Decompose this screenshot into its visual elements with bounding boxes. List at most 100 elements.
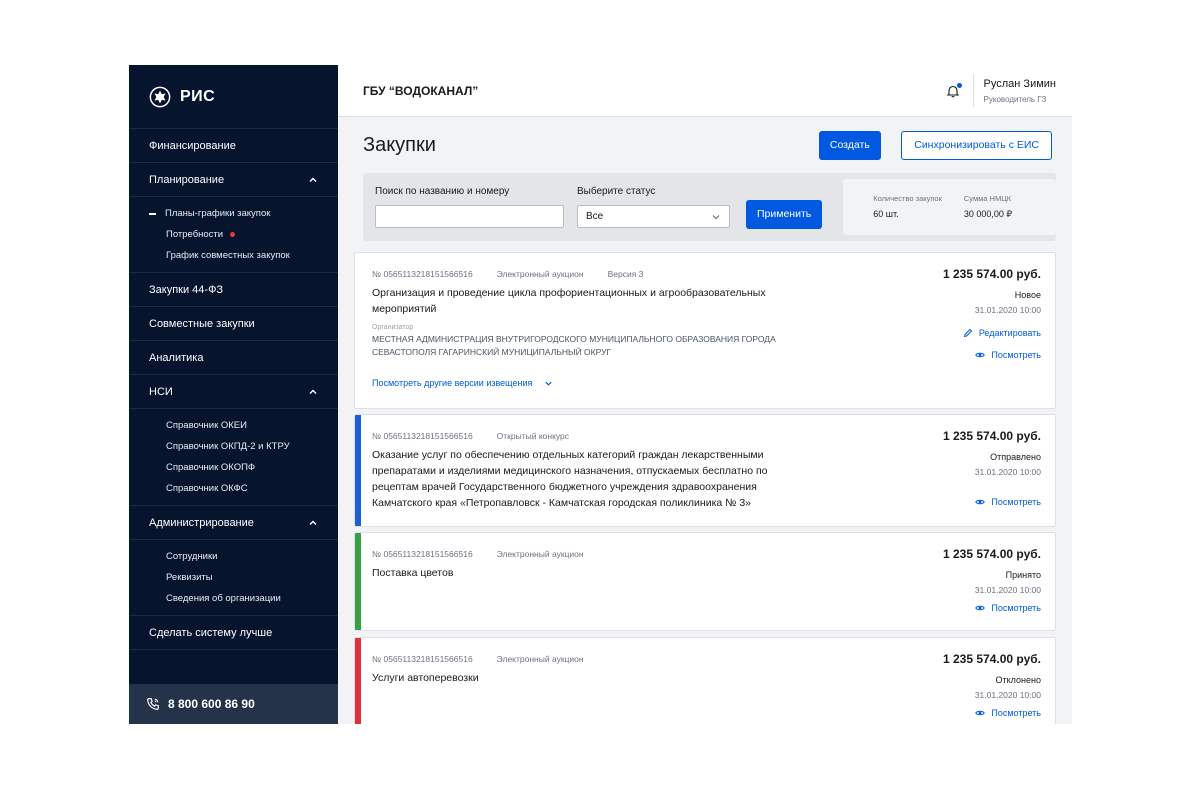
other-versions-label: Посмотреть другие версии извещения <box>372 378 533 388</box>
sidebar-subitem-org-info[interactable]: Сведения об организации <box>129 588 338 609</box>
sidebar-item-administration[interactable]: Администрирование <box>129 506 338 540</box>
eye-icon <box>975 499 986 505</box>
sidebar: РИС Финансирование Планирование Планы-гр… <box>129 65 338 724</box>
sidebar-item-label: Планирование <box>149 173 225 186</box>
notification-badge <box>956 82 962 88</box>
stat-value: 60 шт. <box>873 209 899 219</box>
sidebar-item-analytics[interactable]: Аналитика <box>129 341 338 375</box>
view-label: Посмотреть <box>991 497 1041 507</box>
purchase-number: № 0565113218151566516 <box>372 269 473 279</box>
sidebar-subitem-plans[interactable]: Планы-графики закупок <box>129 203 338 224</box>
chevron-up-icon <box>309 520 317 525</box>
purchase-status: Принято <box>1005 570 1041 580</box>
card-meta: № 0565113218151566516 Электронный аукцио… <box>372 269 802 279</box>
purchase-number: № 0565113218151566516 <box>372 654 473 664</box>
card-info: № 0565113218151566516 Электронный аукцио… <box>372 269 802 388</box>
status-group: Выберите статус Все <box>577 186 730 228</box>
edit-label: Редактировать <box>978 328 1041 338</box>
purchase-card[interactable]: № 0565113218151566516 Электронный аукцио… <box>354 532 1056 631</box>
status-stripe <box>355 415 361 526</box>
sidebar-subitem-joint-schedule[interactable]: График совместных закупок <box>129 245 338 266</box>
purchase-number: № 0565113218151566516 <box>372 431 473 441</box>
logo[interactable]: РИС <box>129 65 338 129</box>
organization-name: ГБУ “ВОДОКАНАЛ” <box>363 83 479 98</box>
sidebar-item-financing[interactable]: Финансирование <box>129 129 338 163</box>
purchase-card[interactable]: № 0565113218151566516 Электронный аукцио… <box>354 252 1056 409</box>
view-link[interactable]: Посмотреть <box>841 603 1041 613</box>
purchase-date: 31.01.2020 10:00 <box>974 305 1041 315</box>
purchase-version: Версия 3 <box>607 269 644 279</box>
purchase-card[interactable]: № 0565113218151566516 Открытый конкурс О… <box>354 414 1056 527</box>
sidebar-subitem-needs[interactable]: Потребности <box>129 224 338 245</box>
notifications-button[interactable] <box>946 82 962 98</box>
card-summary: 1 235 574.00 руб. Отправлено 31.01.2020 … <box>841 429 1041 507</box>
sidebar-subitem-requisites[interactable]: Реквизиты <box>129 567 338 588</box>
sidebar-subitem-label: Справочник ОКЕИ <box>166 420 247 431</box>
sync-eis-button[interactable]: Синхронизировать с ЕИС <box>901 130 1052 160</box>
card-summary: 1 235 574.00 руб. Новое 31.01.2020 10:00… <box>841 267 1041 360</box>
purchase-date: 31.01.2020 10:00 <box>974 585 1041 595</box>
phone-icon <box>147 698 159 710</box>
sidebar-item-label: Сделать систему лучше <box>149 626 273 639</box>
card-info: № 0565113218151566516 Открытый конкурс О… <box>372 431 802 511</box>
eye-icon <box>975 605 986 611</box>
top-bar: ГБУ “ВОДОКАНАЛ” Руслан Зимин Руководител… <box>338 65 1072 117</box>
chevron-down-icon <box>712 214 720 219</box>
divider <box>972 74 974 107</box>
nsi-submenu: Справочник ОКЕИ Справочник ОКПД-2 и КТРУ… <box>129 409 338 506</box>
chevron-up-icon <box>309 177 317 182</box>
sidebar-subitem-okfs[interactable]: Справочник ОКФС <box>129 478 338 499</box>
create-button[interactable]: Создать <box>818 130 881 160</box>
filter-panel: Поиск по названию и номеру Выберите стат… <box>363 173 1056 241</box>
search-input[interactable] <box>375 205 564 228</box>
other-versions-link[interactable]: Посмотреть другие версии извещения <box>372 378 802 388</box>
user-area: Руслан Зимин Руководитель ГЗ <box>946 74 1056 107</box>
sidebar-item-label: Закупки 44-ФЗ <box>149 283 224 296</box>
stat-label: Сумма НМЦК <box>963 194 1012 203</box>
purchase-status: Отправлено <box>990 452 1041 462</box>
sidebar-item-planning[interactable]: Планирование <box>129 163 338 197</box>
view-link[interactable]: Посмотреть <box>841 708 1041 718</box>
sidebar-subitem-label: График совместных закупок <box>166 250 290 261</box>
sidebar-subitem-label: Сведения об организации <box>166 593 281 604</box>
stat-count: Количество закупок 60 шт. <box>873 194 942 235</box>
card-meta: № 0565113218151566516 Открытый конкурс <box>372 431 802 441</box>
purchase-date: 31.01.2020 10:00 <box>974 467 1041 477</box>
sidebar-item-feedback[interactable]: Сделать систему лучше <box>129 616 338 650</box>
sidebar-item-label: Администрирование <box>149 516 254 529</box>
chevron-down-icon <box>545 381 552 386</box>
pencil-icon <box>963 328 973 338</box>
card-info: № 0565113218151566516 Электронный аукцио… <box>372 654 802 686</box>
active-dash-icon <box>149 212 156 215</box>
user-profile[interactable]: Руслан Зимин Руководитель ГЗ <box>984 78 1056 104</box>
sidebar-item-joint-purchases[interactable]: Совместные закупки <box>129 307 338 341</box>
organizer-label: Организатор <box>372 324 414 331</box>
sidebar-subitem-okopf[interactable]: Справочник ОКОПФ <box>129 457 338 478</box>
support-phone[interactable]: 8 800 600 86 90 <box>129 684 338 724</box>
purchase-type: Электронный аукцион <box>496 269 584 279</box>
purchase-title: Оказание услуг по обеспечению отдельных … <box>372 449 768 509</box>
view-link[interactable]: Посмотреть <box>841 350 1041 360</box>
page-title: Закупки <box>363 133 436 156</box>
eye-icon <box>975 710 986 716</box>
edit-link[interactable]: Редактировать <box>841 328 1041 338</box>
purchase-type: Электронный аукцион <box>496 654 584 664</box>
sidebar-item-nsi[interactable]: НСИ <box>129 375 338 409</box>
purchase-price: 1 235 574.00 руб. <box>943 429 1041 443</box>
sidebar-subitem-employees[interactable]: Сотрудники <box>129 546 338 567</box>
status-select-value: Все <box>586 211 604 222</box>
purchase-card[interactable]: № 0565113218151566516 Электронный аукцио… <box>354 637 1056 724</box>
chevron-up-icon <box>309 389 317 394</box>
card-info: № 0565113218151566516 Электронный аукцио… <box>372 549 802 581</box>
sidebar-item-purchases-44fz[interactable]: Закупки 44-ФЗ <box>129 273 338 307</box>
sidebar-subitem-okei[interactable]: Справочник ОКЕИ <box>129 415 338 436</box>
apply-button[interactable]: Применить <box>746 199 823 229</box>
status-select[interactable]: Все <box>577 205 730 228</box>
user-role: Руководитель ГЗ <box>983 94 1047 104</box>
stat-sum: Сумма НМЦК 30 000,00 ₽ <box>964 194 1012 235</box>
sidebar-subitem-label: Справочник ОКОПФ <box>166 462 256 473</box>
view-link[interactable]: Посмотреть <box>841 497 1041 507</box>
sidebar-subitem-okpd[interactable]: Справочник ОКПД-2 и КТРУ <box>129 436 338 457</box>
sidebar-subitem-label: Справочник ОКФС <box>166 483 248 494</box>
app-window: РИС Финансирование Планирование Планы-гр… <box>129 65 1072 724</box>
